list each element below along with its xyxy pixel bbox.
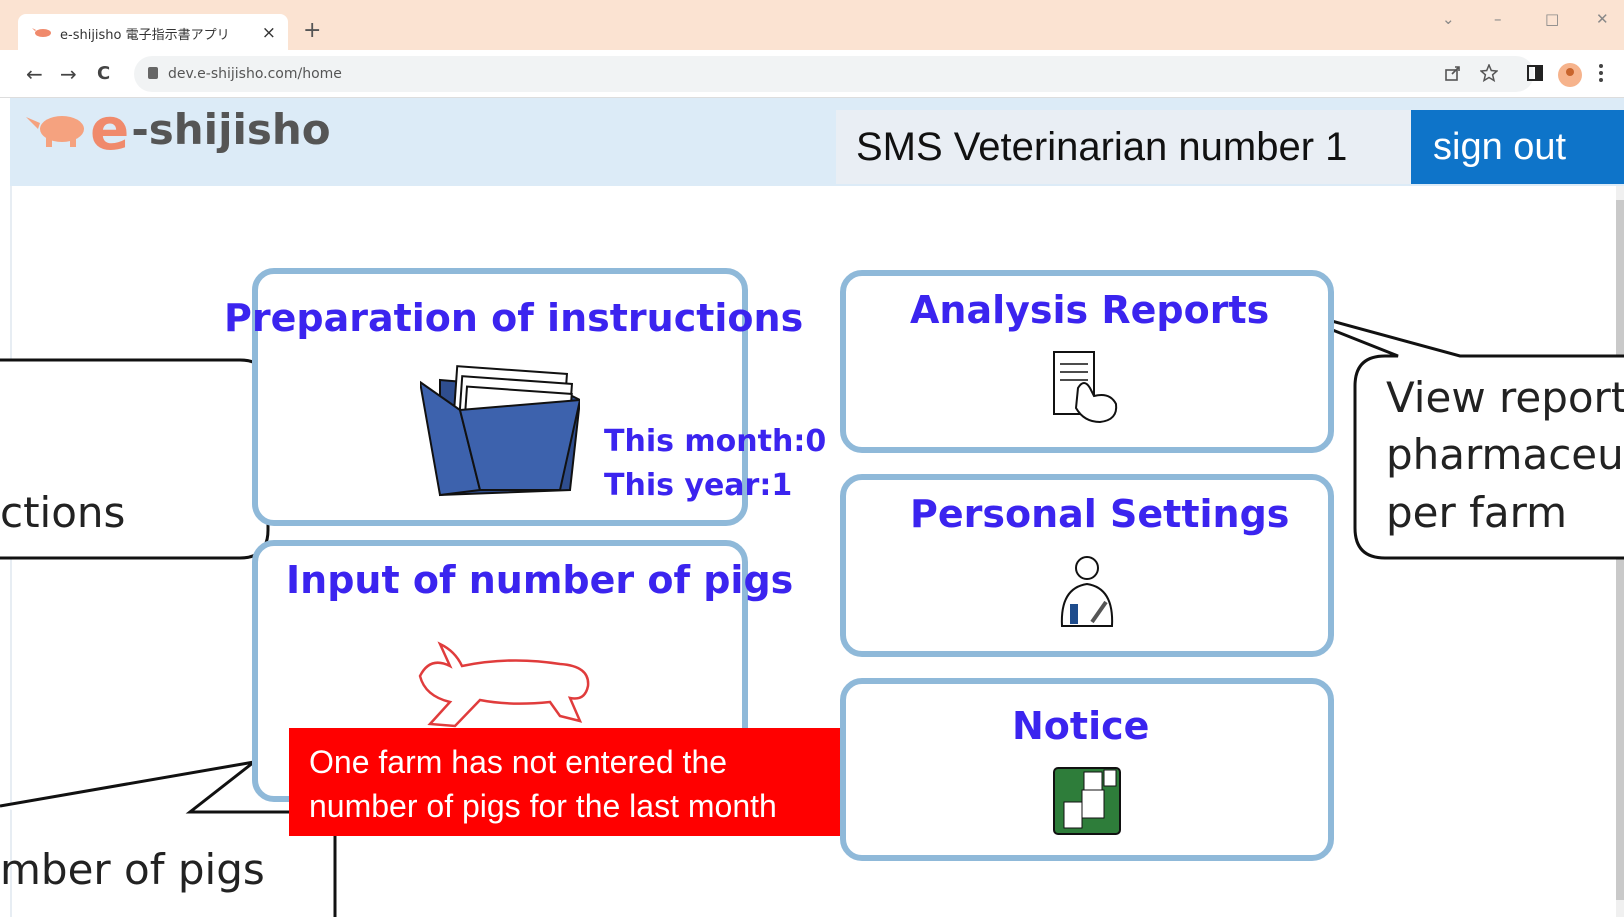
callout-left-top-text: ctions	[0, 488, 126, 537]
callout-right-text-1: View report	[1386, 373, 1624, 422]
report-icon	[1053, 351, 1118, 424]
user-settings-icon	[1060, 556, 1114, 627]
card-pigs-title: Input of number of pigs	[286, 558, 794, 602]
pig-icon	[418, 641, 590, 728]
stat-this-year: This year:1	[604, 468, 793, 503]
callout-right-text-2: pharmaceu	[1386, 430, 1624, 479]
card-analysis-title: Analysis Reports	[910, 288, 1270, 332]
card-preparation-title: Preparation of instructions	[224, 296, 804, 340]
stat-this-month: This month:0	[604, 424, 827, 459]
notice-board-icon	[1053, 767, 1121, 835]
card-notice-title: Notice	[1012, 704, 1150, 748]
alert-line-1: One farm has not entered the	[309, 744, 728, 780]
pigs-alert-banner[interactable]: One farm has not entered the number of p…	[289, 728, 859, 836]
callout-right-text-3: per farm	[1386, 488, 1568, 537]
callout-left-bottom-text-1: mber of pigs	[0, 845, 265, 894]
alert-line-2: number of pigs for the last month	[309, 788, 777, 824]
card-settings-title: Personal Settings	[910, 492, 1290, 536]
folder-icon	[420, 365, 580, 497]
